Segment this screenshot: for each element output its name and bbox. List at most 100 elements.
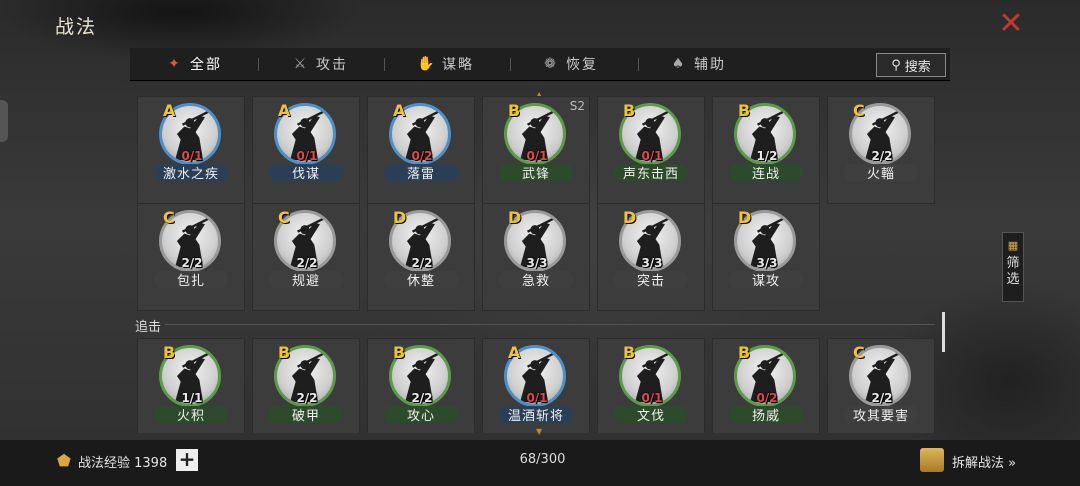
tab-label: 攻击 — [316, 57, 348, 73]
tactic-grade: D — [393, 208, 407, 227]
tactic-grade: D — [623, 208, 637, 227]
tactic-name: 火积 — [153, 406, 229, 423]
tactic-name: 突击 — [613, 271, 689, 288]
side-drawer-handle[interactable] — [0, 100, 8, 142]
tactic-grade: A — [278, 101, 291, 120]
tab-label: 谋略 — [442, 57, 474, 73]
tactic-count: 0/2 — [411, 149, 433, 163]
tab-label: 辅助 — [694, 57, 726, 73]
tab-bar: ✦ 全部 ⚔ 攻击 ✋ 谋略 ❁ 恢复 ♠ 辅助 — [130, 48, 950, 81]
tactic-card[interactable]: B 1/2 连战 — [712, 96, 820, 204]
tactic-card[interactable]: A 0/2 落雷 — [367, 96, 475, 204]
page-title: 战法 — [55, 16, 98, 38]
tactic-name: 扬威 — [728, 406, 804, 423]
tactic-grade: B — [623, 343, 636, 362]
tactic-grade: A — [508, 343, 521, 362]
section-label: 追击 — [135, 320, 162, 335]
tactic-grade: D — [738, 208, 752, 227]
tactic-name: 文伐 — [613, 406, 689, 423]
tactic-card[interactable]: C 2/2 规避 — [252, 203, 360, 311]
tactic-card[interactable]: C 2/2 攻其要害 — [827, 338, 935, 433]
tactic-name: 声东击西 — [613, 164, 689, 181]
section-divider — [165, 324, 935, 325]
tactic-card[interactable]: D 3/3 突击 — [597, 203, 705, 311]
disassemble-icon[interactable] — [920, 448, 944, 472]
tactic-card[interactable]: B 0/1 声东击西 — [597, 96, 705, 204]
tactic-name: 攻心 — [383, 406, 459, 423]
tab-attack[interactable]: ⚔ 攻击 — [292, 48, 348, 80]
tactic-card[interactable]: B 0/2 扬威 — [712, 338, 820, 433]
tab-label: 恢复 — [566, 57, 598, 73]
tactic-count: 0/1 — [641, 149, 663, 163]
search-button[interactable]: ⚲ 搜索 — [876, 53, 946, 77]
tactic-count: 0/1 — [526, 149, 548, 163]
tactic-card[interactable]: C 2/2 火輜 — [827, 96, 935, 204]
tactic-card[interactable]: C 2/2 包扎 — [137, 203, 245, 311]
tactic-count: 0/1 — [296, 149, 318, 163]
tactic-name: 落雷 — [383, 164, 459, 181]
tactic-count: 3/3 — [641, 256, 663, 270]
tactic-count: 0/1 — [641, 391, 663, 405]
filter-label: 选 — [1006, 272, 1020, 287]
tactic-count: 2/2 — [871, 149, 893, 163]
tactic-count: 2/2 — [411, 256, 433, 270]
scroll-icon: ✋ — [417, 56, 437, 72]
tactic-card[interactable]: D 2/2 休整 — [367, 203, 475, 311]
tactic-name: 谋攻 — [728, 271, 804, 288]
tab-recover[interactable]: ❁ 恢复 — [542, 48, 598, 80]
search-icon: ⚲ — [891, 57, 901, 73]
tactic-name: 急救 — [498, 271, 574, 288]
tactic-card[interactable]: B 0/1 文伐 — [597, 338, 705, 433]
tactic-count: 2/2 — [296, 391, 318, 405]
tactic-count: 2/2 — [411, 391, 433, 405]
tactic-count: 2/2 — [871, 391, 893, 405]
filter-icon: ▦ — [1007, 239, 1019, 252]
tactic-name: 休整 — [383, 271, 459, 288]
tab-support[interactable]: ♠ 辅助 — [670, 48, 726, 80]
tactic-card[interactable]: A 0/1 温酒斩将 — [482, 338, 590, 433]
tactic-grade: D — [508, 208, 522, 227]
tactic-count: 0/1 — [181, 149, 203, 163]
tactic-grade: C — [853, 343, 865, 362]
tab-divider — [638, 58, 639, 71]
scrollbar[interactable] — [942, 312, 945, 352]
tactic-card[interactable]: A 0/1 激水之疾 — [137, 96, 245, 204]
disassemble-button[interactable]: 拆解战法 » — [952, 452, 1016, 471]
tab-strategy[interactable]: ✋ 谋略 — [417, 48, 474, 80]
tactic-count: 3/3 — [756, 256, 778, 270]
tactic-name: 规避 — [268, 271, 344, 288]
tactic-count: 1/2 — [756, 149, 778, 163]
tactic-count: 0/2 — [756, 391, 778, 405]
all-icon: ✦ — [168, 56, 182, 72]
tactic-grade: B — [738, 343, 751, 362]
scroll-down-icon: ▼ — [536, 427, 543, 436]
tactic-card[interactable]: B S2 0/1 武锋 — [482, 96, 590, 204]
tactic-grade: C — [163, 208, 175, 227]
tactic-grade: B — [738, 101, 751, 120]
tactic-exp-label: 战法经验 1398 — [78, 456, 168, 471]
recover-icon: ❁ — [544, 56, 558, 72]
tactic-name: 激水之疾 — [153, 164, 229, 181]
filter-label: 筛 — [1006, 256, 1020, 271]
tactic-card[interactable]: D 3/3 谋攻 — [712, 203, 820, 311]
tactic-grade: C — [278, 208, 290, 227]
tab-all[interactable]: ✦ 全部 — [166, 48, 222, 80]
tactic-card[interactable]: B 1/1 火积 — [137, 338, 245, 433]
tactic-card[interactable]: D 3/3 急救 — [482, 203, 590, 311]
filter-button[interactable]: ▦ 筛 选 — [1002, 232, 1024, 302]
add-exp-button[interactable]: + — [176, 449, 198, 471]
close-icon[interactable]: ✕ — [996, 9, 1026, 40]
tactic-card[interactable]: B 2/2 攻心 — [367, 338, 475, 433]
tactic-name: 破甲 — [268, 406, 344, 423]
tactic-card[interactable]: A 0/1 伐谋 — [252, 96, 360, 204]
tactic-name: 连战 — [728, 164, 804, 181]
tactic-count: 1/1 — [181, 391, 203, 405]
tactic-grade: B — [393, 343, 406, 362]
tactic-name: 武锋 — [498, 164, 574, 181]
tactic-name: 攻其要害 — [843, 406, 919, 423]
tactic-count: 2/2 — [296, 256, 318, 270]
tactic-grade: B — [508, 101, 521, 120]
tactic-card[interactable]: B 2/2 破甲 — [252, 338, 360, 433]
tactic-grade: B — [163, 343, 176, 362]
exp-icon: ⬟ — [57, 451, 71, 470]
